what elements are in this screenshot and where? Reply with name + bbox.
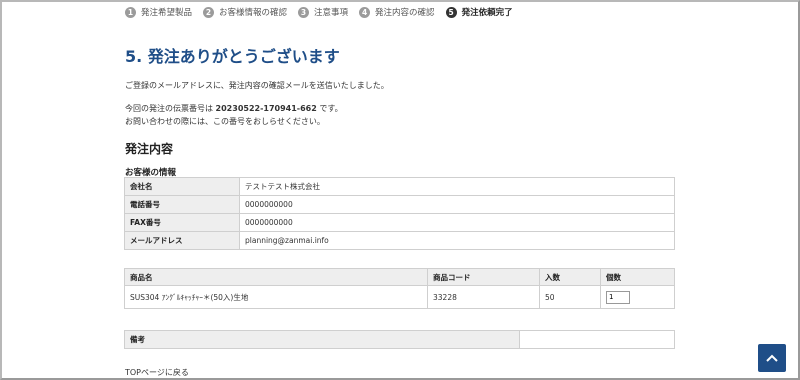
field-label: 会社名 [124,177,240,196]
step-1: 1 発注希望製品 [125,6,192,18]
table-row: 備考 [124,330,675,349]
top-page-link[interactable]: TOPページに戻る [125,367,189,378]
table-row: SUS304 ｱﾝｸﾞﾙｷｬｯﾁｬｰ＊(50入)生地 33228 50 [124,285,675,309]
step-number: 4 [359,6,371,18]
product-count-cell [600,285,675,309]
product-name: SUS304 ｱﾝｸﾞﾙｷｬｯﾁｬｰ＊(50入)生地 [124,285,428,309]
inquiry-note: お問い合わせの際には、この番号をおしらせください。 [125,117,325,126]
notes-value [519,330,675,349]
order-number-line: 今回の発注の伝票番号は 20230522-170941-662 です。 [125,103,343,115]
order-number-prefix: 今回の発注の伝票番号は [125,104,216,113]
notes-label: 備考 [124,330,520,349]
quantity-input[interactable] [606,290,630,304]
order-number-suffix: です。 [316,104,343,113]
step-label: 発注希望製品 [141,8,193,18]
field-label: FAX番号 [124,213,240,232]
confirmation-message: ご登録のメールアドレスに、発注内容の確認メールを送信いたしました。 [125,81,389,90]
step-label: お客様情報の確認 [219,8,288,18]
step-number: 3 [298,6,310,18]
step-3: 3 注意事項 [298,6,348,18]
table-header-row: 商品名 商品コード 入数 個数 [124,268,675,286]
chevron-up-icon [766,354,778,362]
notes-table: 備考 [124,330,675,349]
page-title: 5. 発注ありがとうございます [125,47,340,66]
table-row: メールアドレス planning@zanmai.info [124,231,675,250]
column-header-code: 商品コード [427,268,540,286]
field-value: 0000000000 [239,213,675,232]
field-value: 0000000000 [239,195,675,214]
scroll-to-top-button[interactable] [758,344,786,372]
step-number: 5 [445,6,457,18]
customer-info-table: 会社名 テストテスト株式会社 電話番号 0000000000 FAX番号 000… [124,177,675,250]
order-number: 20230522-170941-662 [215,104,317,113]
step-number: 2 [203,6,215,18]
column-header-count: 個数 [600,268,675,286]
product-code: 33228 [427,285,540,309]
step-label: 注意事項 [314,8,349,18]
table-row: 電話番号 0000000000 [124,195,675,214]
field-value: テストテスト株式会社 [239,177,675,196]
column-header-name: 商品名 [124,268,428,286]
step-5-active: 5 発注依頼完了 [445,6,513,18]
product-qty: 50 [539,285,601,309]
field-label: メールアドレス [124,231,240,250]
field-value: planning@zanmai.info [239,231,675,250]
table-row: 会社名 テストテスト株式会社 [124,177,675,196]
step-2: 2 お客様情報の確認 [203,6,287,18]
step-label: 発注内容の確認 [375,8,435,18]
step-4: 4 発注内容の確認 [359,6,435,18]
products-table: 商品名 商品コード 入数 個数 SUS304 ｱﾝｸﾞﾙｷｬｯﾁｬｰ＊(50入)… [124,268,675,309]
step-number: 1 [125,6,136,18]
step-label: 発注依頼完了 [461,8,513,18]
progress-steps: 1 発注希望製品 2 お客様情報の確認 3 注意事項 4 発注内容の確認 5 発… [125,6,524,18]
field-label: 電話番号 [124,195,240,214]
column-header-qty: 入数 [539,268,601,286]
section-title: 発注内容 [125,142,174,156]
table-row: FAX番号 0000000000 [124,213,675,232]
